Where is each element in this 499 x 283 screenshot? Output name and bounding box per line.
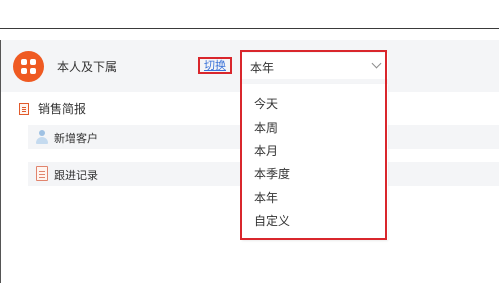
period-option-month[interactable]: 本月 bbox=[254, 142, 278, 159]
chevron-down-icon bbox=[371, 58, 382, 69]
period-select[interactable]: 本年 bbox=[242, 53, 388, 79]
app-logo bbox=[13, 51, 44, 82]
period-dropdown: 今天 本周 本月 本季度 本年 自定义 bbox=[242, 84, 388, 240]
left-window-border bbox=[0, 40, 1, 283]
window-top-border bbox=[0, 28, 499, 29]
document-icon bbox=[36, 166, 48, 181]
follow-up-records-label: 跟进记录 bbox=[54, 169, 98, 182]
period-option-today[interactable]: 今天 bbox=[254, 95, 278, 112]
grid-icon bbox=[21, 59, 36, 74]
screenshot-margin bbox=[0, 0, 499, 28]
switch-link[interactable]: 切换 bbox=[198, 57, 232, 74]
period-option-year[interactable]: 本年 bbox=[254, 189, 278, 206]
report-icon bbox=[19, 103, 29, 115]
period-option-custom[interactable]: 自定义 bbox=[254, 212, 290, 229]
period-select-value: 本年 bbox=[250, 61, 275, 75]
section-title-label: 销售简报 bbox=[38, 102, 87, 116]
period-option-week[interactable]: 本周 bbox=[254, 119, 278, 136]
user-icon bbox=[36, 130, 48, 144]
user-scope-label: 本人及下属 bbox=[57, 60, 118, 74]
new-customers-label: 新增客户 bbox=[54, 132, 98, 145]
period-option-quarter[interactable]: 本季度 bbox=[254, 165, 290, 182]
